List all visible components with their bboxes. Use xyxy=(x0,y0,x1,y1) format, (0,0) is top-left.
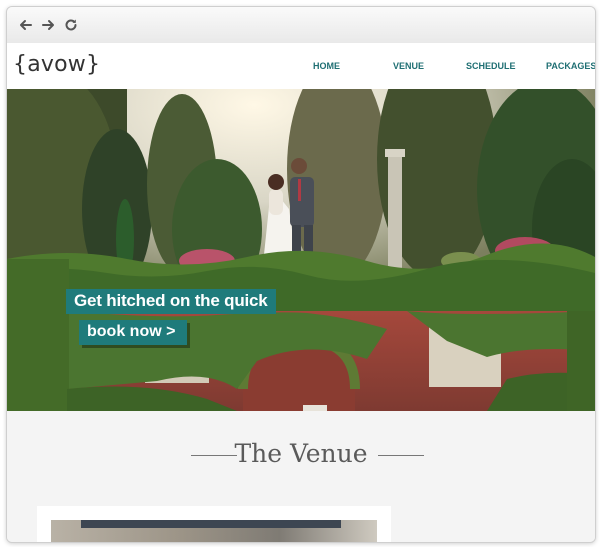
book-now-button[interactable]: book now > xyxy=(79,320,188,345)
site-header: {avow} HOME VENUE SCHEDULE PACKAGES xyxy=(7,43,595,89)
back-icon[interactable] xyxy=(17,16,35,34)
hero-image xyxy=(7,89,595,411)
hero-banner: Get hitched on the quick book now > xyxy=(7,89,595,411)
forward-icon[interactable] xyxy=(39,16,57,34)
venue-title: The Venue xyxy=(234,439,368,468)
title-rule-right xyxy=(378,455,424,456)
browser-window: {avow} HOME VENUE SCHEDULE PACKAGES Get … xyxy=(6,6,596,543)
nav-venue[interactable]: VENUE xyxy=(393,61,424,71)
nav-home[interactable]: HOME xyxy=(313,61,340,71)
site-logo[interactable]: {avow} xyxy=(13,52,100,77)
reload-icon[interactable] xyxy=(62,16,80,34)
venue-section: The Venue xyxy=(7,411,595,542)
browser-toolbar xyxy=(7,7,595,44)
venue-card[interactable] xyxy=(37,506,391,542)
nav-packages[interactable]: PACKAGES xyxy=(546,61,595,71)
nav-schedule[interactable]: SCHEDULE xyxy=(466,61,516,71)
venue-photo xyxy=(51,520,377,542)
hero-headline: Get hitched on the quick xyxy=(66,289,276,314)
